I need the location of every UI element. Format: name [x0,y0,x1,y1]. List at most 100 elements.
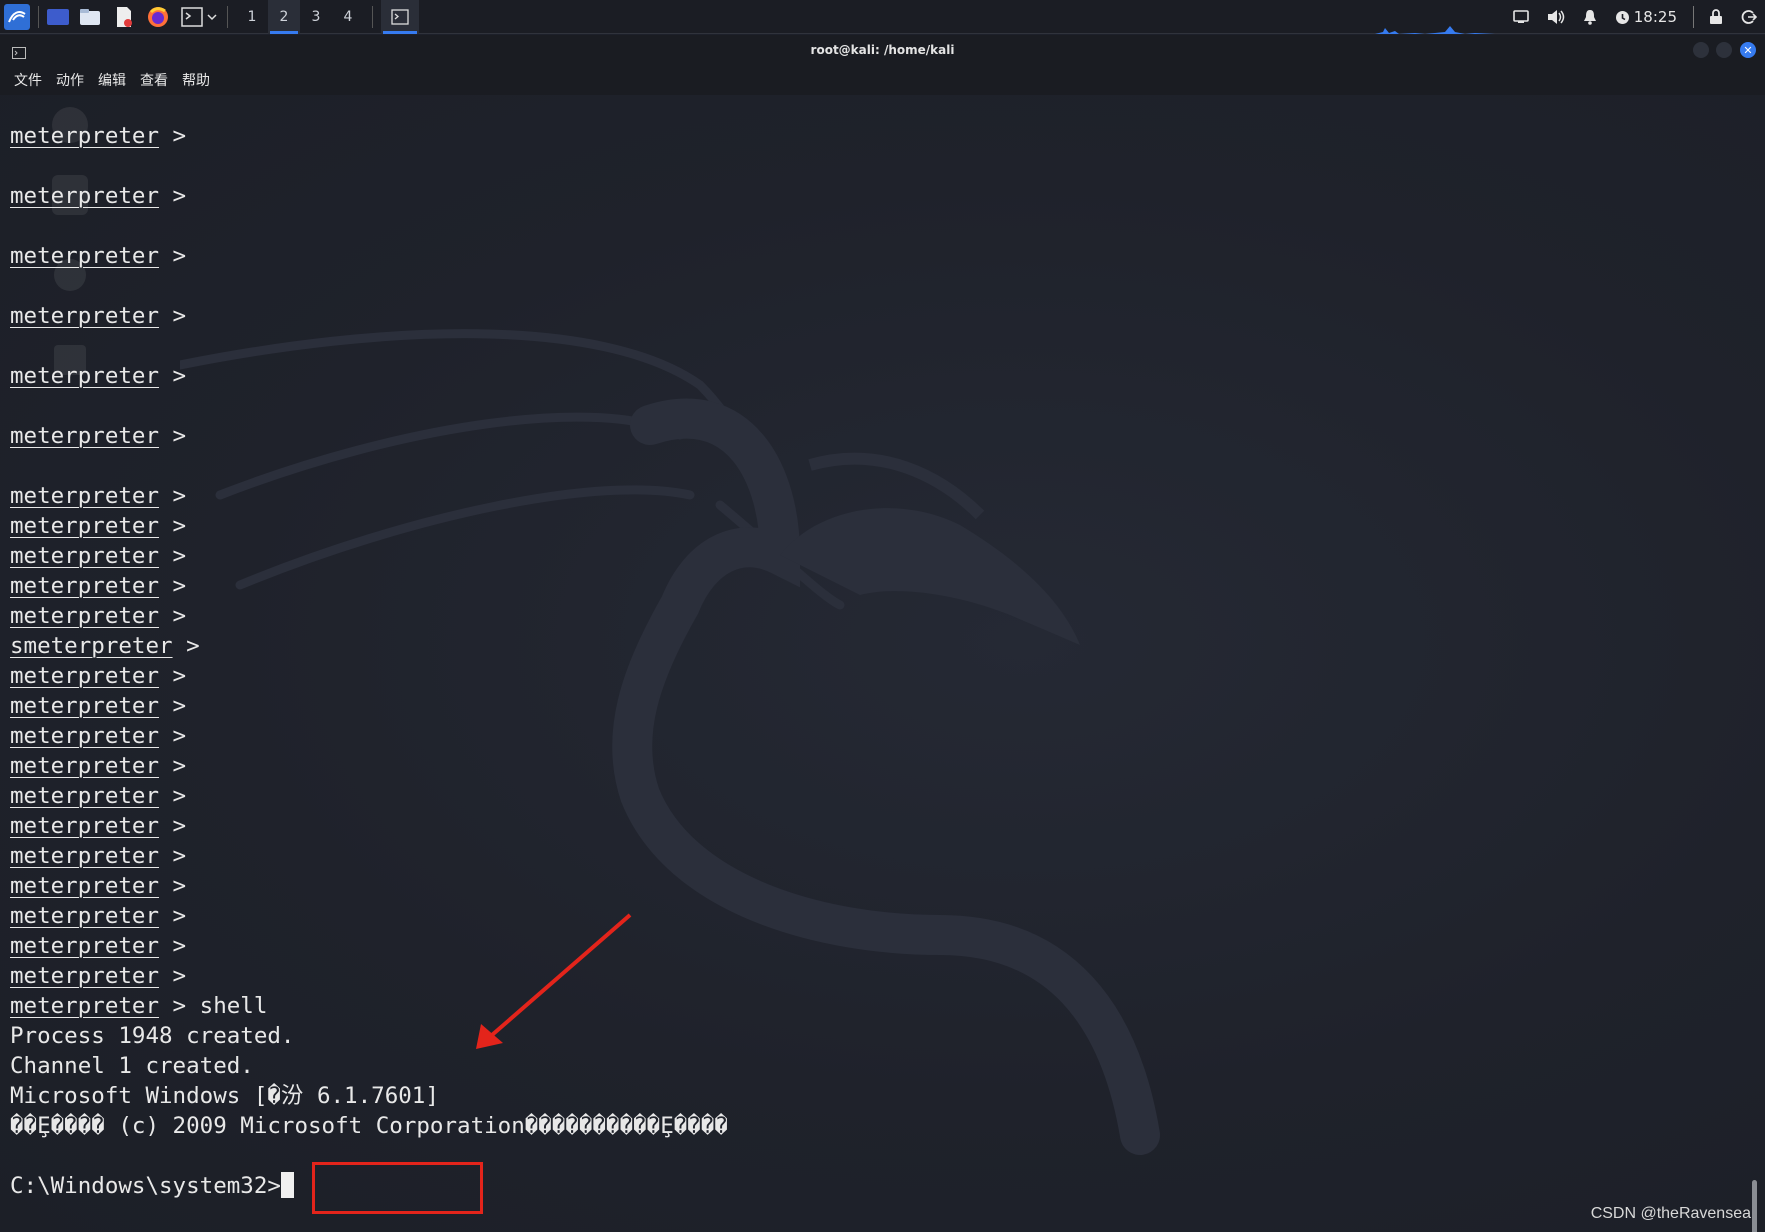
meterpreter-prompt: meterpreter [10,753,160,779]
terminal-output-area[interactable]: meterpreter > meterpreter > meterpreter > m… [0,95,1765,1232]
terminal-line: ��Ȩ���� (c) 2009 Microsoft Corporation��… [10,1111,728,1141]
taskbar: 1234 18:25 [0,0,1765,34]
workspace-2[interactable]: 2 [268,0,300,34]
prompt-input: > [159,903,187,929]
file-manager-icon[interactable] [77,4,103,30]
meterpreter-prompt: meterpreter [10,963,160,989]
terminal-line: meterpreter > [10,301,728,331]
terminal-line: meterpreter > [10,691,728,721]
terminal-line: meterpreter > [10,841,728,871]
meterpreter-prompt: meterpreter [10,483,160,509]
prompt-input: > [159,693,187,719]
output-text: Microsoft Windows [�汾 6.1.7601] [10,1083,439,1109]
meterpreter-prompt: meterpreter [10,693,160,719]
prompt-input: > [172,633,200,659]
terminal-line: meterpreter > [10,931,728,961]
system-tray: 18:25 [1504,0,1765,34]
close-button[interactable]: ✕ [1740,42,1756,58]
terminal-line: meterpreter > [10,961,728,991]
clock-time[interactable]: 18:25 [1634,8,1677,26]
terminal-line: meterpreter > [10,421,728,451]
terminal-line: meterpreter > [10,481,728,511]
windows-cmd-prompt: C:\Windows\system32> [10,1173,281,1199]
maximize-button[interactable] [1716,42,1732,58]
terminal-line: meterpreter > [10,241,728,271]
prompt-input: > [159,603,187,629]
text-editor-icon[interactable] [111,4,137,30]
output-text: Channel 1 created. [10,1053,254,1079]
output-text: Process 1948 created. [10,1023,295,1049]
menu-actions[interactable]: 动作 [56,70,84,90]
cpu-usage-graph [1375,26,1505,34]
menu-bar: 文件 动作 编辑 查看 帮助 [0,65,1765,95]
prompt-input: > [159,663,187,689]
meterpreter-prompt: meterpreter [10,303,160,329]
menu-help[interactable]: 帮助 [182,70,210,90]
prompt-input: > [159,123,187,149]
prompt-input: > [159,243,187,269]
tray-separator [1693,6,1694,28]
meterpreter-prompt: meterpreter [10,903,160,929]
volume-icon[interactable] [1547,9,1565,25]
taskbar-separator [38,5,39,28]
menu-file[interactable]: 文件 [14,70,42,90]
prompt-input: > [159,513,187,539]
workspace-1[interactable]: 1 [236,0,268,34]
prompt-input: > [159,933,187,959]
meterpreter-prompt: meterpreter [10,543,160,569]
prompt-input: > [159,423,187,449]
meterpreter-prompt: meterpreter [10,813,160,839]
meterpreter-prompt: meterpreter [10,183,160,209]
output-text: ��Ȩ���� (c) 2009 Microsoft Corporation��… [10,1113,728,1139]
menu-view[interactable]: 查看 [140,70,168,90]
taskbar-separator [372,5,373,28]
workspace-3[interactable]: 3 [300,0,332,34]
prompt-input: > [159,183,187,209]
terminal-line: meterpreter > [10,661,728,691]
notification-bell-icon[interactable] [1583,9,1597,25]
prompt-input: > [159,573,187,599]
show-desktop-icon[interactable] [47,8,69,25]
meterpreter-prompt: meterpreter [10,843,160,869]
prompt-input: > [159,843,187,869]
terminal-line: meterpreter > [10,361,728,391]
terminal-line: meterpreter > [10,121,728,151]
taskbar-terminal-window-button[interactable] [381,0,419,34]
workspace-4[interactable]: 4 [332,0,364,34]
workspace-switcher: 1234 [236,0,364,34]
meterpreter-prompt: meterpreter [10,603,160,629]
logout-icon[interactable] [1741,9,1757,25]
meterpreter-prompt: meterpreter [10,873,160,899]
terminal-window: root@kali: /home/kali ✕ 文件 动作 编辑 查看 帮助 m… [0,35,1765,1232]
terminal-line: meterpreter > [10,721,728,751]
minimize-button[interactable] [1693,42,1709,58]
meterpreter-prompt: meterpreter [10,573,160,599]
terminal-line: meterpreter > [10,811,728,841]
version-highlight-box [312,1162,483,1214]
meterpreter-prompt: meterpreter [10,123,160,149]
prompt-input: > [159,963,187,989]
terminal-line: smeterpreter > [10,631,728,661]
terminal-scrollbar[interactable] [1752,1180,1757,1232]
terminal-line: meterpreter > [10,571,728,601]
terminal-line: Channel 1 created. [10,1051,728,1081]
prompt-input: > [159,813,187,839]
close-icon: ✕ [1743,43,1753,57]
terminal-lines: meterpreter > meterpreter > meterpreter > m… [10,121,728,1201]
prompt-input: > [159,753,187,779]
terminal-line: meterpreter > [10,601,728,631]
window-title: root@kali: /home/kali [810,43,955,57]
taskbar-separator [227,5,228,28]
window-titlebar[interactable]: root@kali: /home/kali ✕ [0,35,1765,65]
terminal-line: meterpreter > [10,511,728,541]
kali-menu-icon[interactable] [4,3,30,30]
firefox-icon[interactable] [145,4,171,30]
terminal-launcher-icon[interactable] [179,4,205,30]
meterpreter-prompt: meterpreter [10,783,160,809]
meterpreter-prompt: meterpreter [10,423,160,449]
display-icon[interactable] [1512,10,1529,24]
lock-screen-icon[interactable] [1709,9,1723,25]
menu-edit[interactable]: 编辑 [98,70,126,90]
chevron-down-icon[interactable] [205,4,219,30]
prompt-input: > [159,363,187,389]
